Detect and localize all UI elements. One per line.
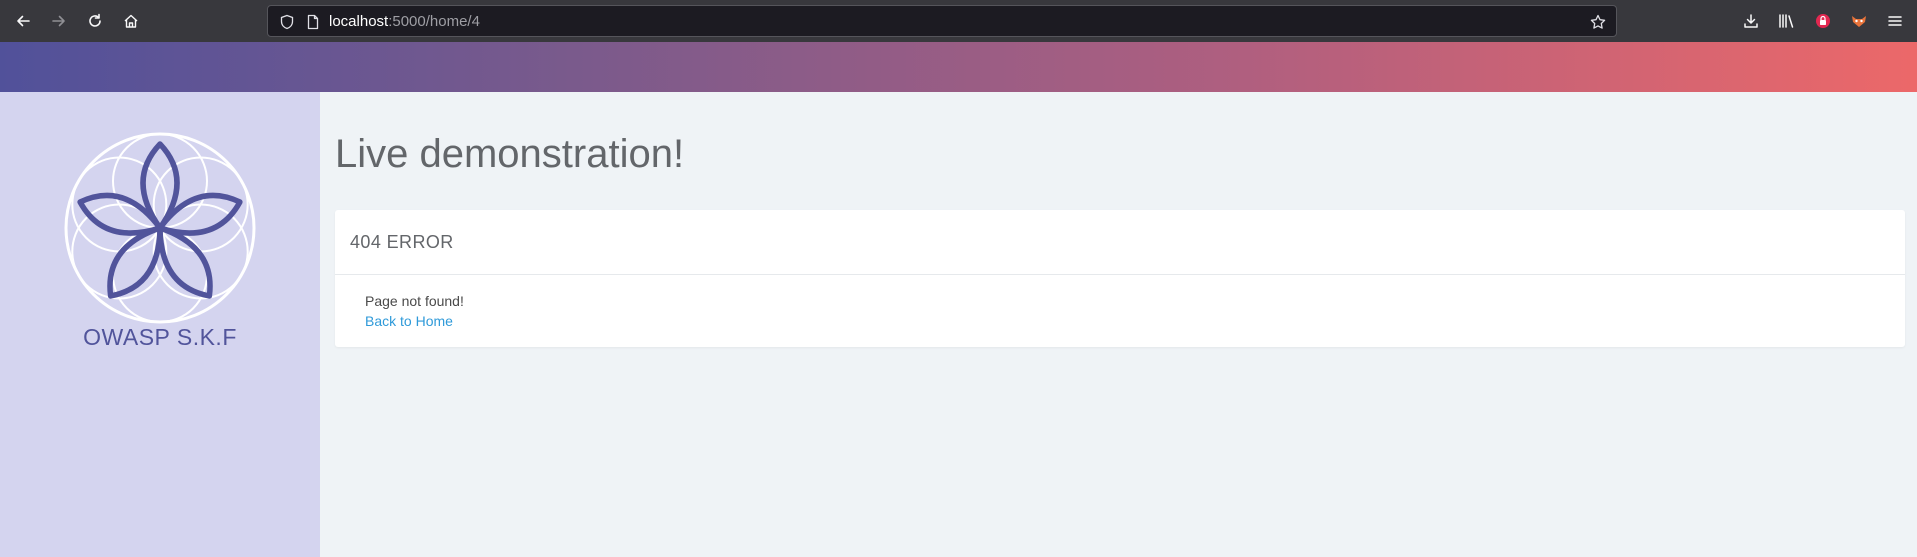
back-arrow-icon[interactable] <box>11 9 35 33</box>
sidebar: OWASP S.K.F <box>0 92 320 557</box>
hamburger-menu-icon[interactable] <box>1883 9 1907 33</box>
logo-text: OWASP S.K.F <box>83 324 237 350</box>
lock-extension-icon[interactable] <box>1811 9 1835 33</box>
downloads-icon[interactable] <box>1739 9 1763 33</box>
page-title: Live demonstration! <box>335 132 685 176</box>
tracking-shield-icon[interactable] <box>277 12 297 32</box>
reload-icon[interactable] <box>83 9 107 33</box>
owasp-skf-logo-icon[interactable] <box>62 130 258 326</box>
page-icon[interactable] <box>303 12 323 32</box>
card-body: Page not found! Back to Home <box>335 275 1905 331</box>
back-to-home-link[interactable]: Back to Home <box>365 313 453 329</box>
bookmark-star-icon[interactable] <box>1588 12 1608 32</box>
library-icon[interactable] <box>1775 9 1799 33</box>
url-host: localhost <box>329 13 389 30</box>
browser-toolbar: localhost:5000/home/4 <box>0 0 1917 42</box>
header-banner <box>0 42 1917 92</box>
url-bar[interactable]: localhost:5000/home/4 <box>267 5 1617 37</box>
url-path: :5000/home/4 <box>388 13 480 30</box>
forward-arrow-icon[interactable] <box>47 9 71 33</box>
error-message: Page not found! <box>365 293 464 309</box>
url-text[interactable]: localhost:5000/home/4 <box>329 13 480 30</box>
main-content: Live demonstration! 404 ERROR Page not f… <box>320 92 1917 557</box>
card-header: 404 ERROR <box>335 210 1905 275</box>
error-card: 404 ERROR Page not found! Back to Home <box>335 210 1905 347</box>
home-icon[interactable] <box>119 9 143 33</box>
fox-extension-icon[interactable] <box>1847 9 1871 33</box>
